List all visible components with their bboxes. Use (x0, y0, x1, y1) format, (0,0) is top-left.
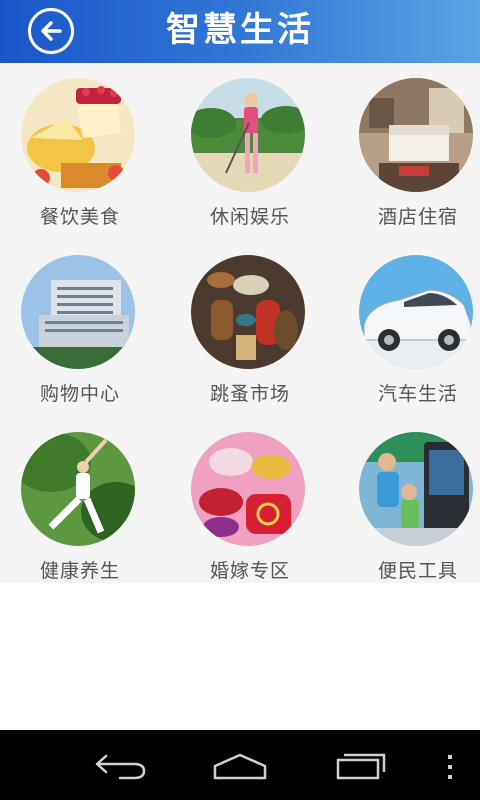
category-label: 婚嫁专区 (209, 560, 290, 582)
category-label: 汽车生活 (377, 383, 458, 405)
category-label: 酒店住宿 (377, 206, 458, 228)
empty-area (0, 583, 480, 730)
yoga-photo (21, 432, 135, 546)
golf-photo (191, 78, 305, 192)
category-wedding[interactable]: 婚嫁专区 (170, 417, 330, 594)
page-title: 智慧生活 (166, 10, 314, 50)
category-label: 休闲娱乐 (209, 206, 290, 228)
wedding-items-photo (191, 432, 305, 546)
kiosk-kids-photo (359, 432, 473, 546)
category-health[interactable]: 健康养生 (0, 417, 160, 594)
category-food[interactable]: 餐饮美食 (0, 63, 160, 240)
nav-menu-icon[interactable] (446, 754, 454, 784)
nav-home-icon[interactable] (212, 752, 268, 786)
category-grid: 餐饮美食 休闲娱乐 酒店住宿 购物中心 跳蚤市场 汽车生活 健康养生 婚嫁专区 … (0, 63, 480, 583)
building-photo (21, 255, 135, 369)
nav-back-icon[interactable] (92, 750, 148, 784)
antiques-photo (191, 255, 305, 369)
category-label: 跳蚤市场 (209, 383, 290, 405)
hotel-room-photo (359, 78, 473, 192)
car-photo (359, 255, 473, 369)
category-tools[interactable]: 便民工具 (338, 417, 480, 594)
category-hotel[interactable]: 酒店住宿 (338, 63, 480, 240)
nav-recent-apps-icon[interactable] (334, 750, 390, 786)
category-shopping[interactable]: 购物中心 (0, 240, 160, 417)
category-leisure[interactable]: 休闲娱乐 (170, 63, 330, 240)
category-label: 购物中心 (39, 383, 120, 405)
category-label: 餐饮美食 (39, 206, 120, 228)
category-car[interactable]: 汽车生活 (338, 240, 480, 417)
category-label: 便民工具 (377, 560, 458, 582)
food-dessert-photo (21, 78, 135, 192)
system-navigation-bar (0, 730, 480, 800)
category-flea-market[interactable]: 跳蚤市场 (170, 240, 330, 417)
category-label: 健康养生 (39, 560, 120, 582)
app-header: 智慧生活 (0, 0, 480, 63)
